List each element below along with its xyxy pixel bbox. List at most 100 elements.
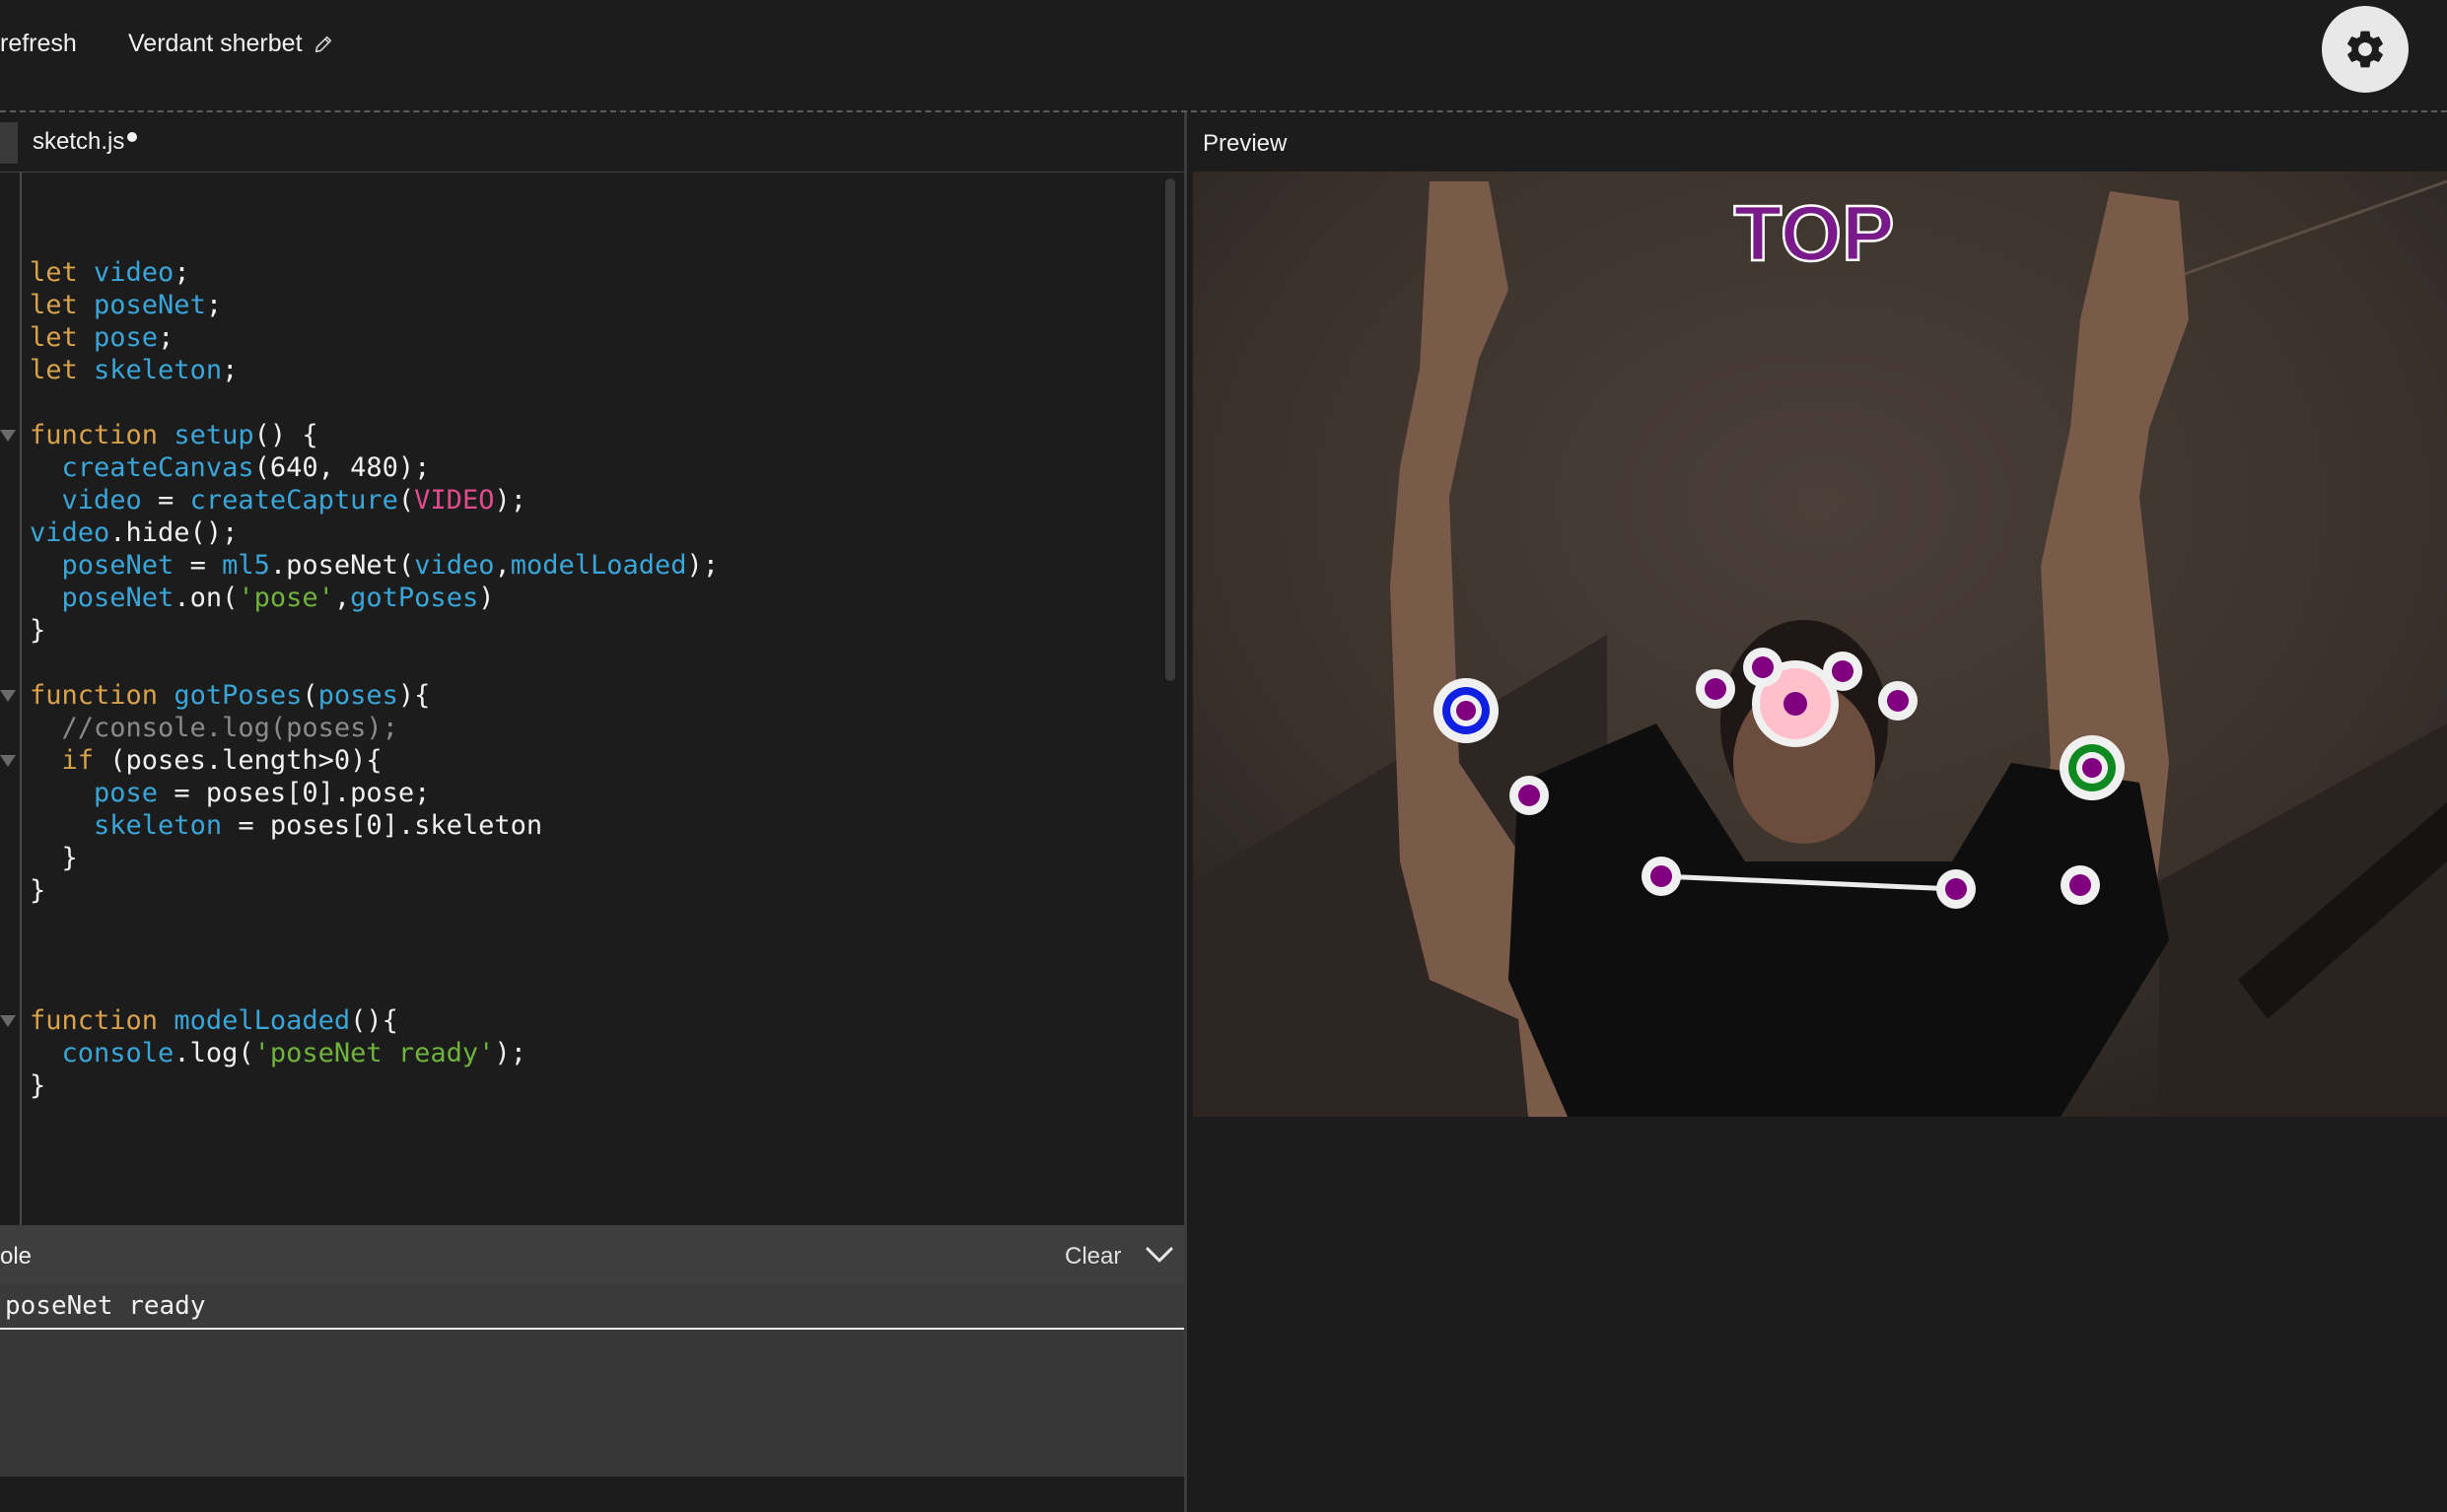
keypoint-right-ear [1878, 681, 1918, 721]
code-line[interactable]: video.hide(); [30, 516, 719, 549]
code-token: (640, 480); [253, 452, 431, 483]
code-token: poses [317, 680, 398, 711]
code-token: modelLoaded [510, 550, 687, 581]
chevron-down-icon[interactable] [1144, 1241, 1175, 1269]
code-token: = [141, 485, 190, 515]
keypoint-left-wrist [1433, 678, 1499, 743]
code-token: ; [205, 290, 223, 320]
code-token: (poses.length>0){ [94, 745, 383, 776]
code-line[interactable] [30, 224, 719, 256]
code-line[interactable] [30, 1167, 719, 1200]
code-token: ; [174, 257, 190, 288]
code-token: video [414, 550, 495, 581]
console-message-row: poseNet ready [0, 1284, 1184, 1330]
code-line[interactable]: console.log('poseNet ready'); [30, 1037, 719, 1069]
code-token: } [30, 615, 46, 646]
code-line[interactable]: function setup() { [30, 419, 719, 451]
tab-sketch-js[interactable]: sketch.js [33, 128, 138, 156]
refresh-button[interactable]: refresh [0, 30, 77, 58]
code-line[interactable]: //console.log(poses); [30, 712, 719, 744]
posenet-video-frame: TOP [1193, 172, 2447, 1117]
code-token: gotPoses [350, 583, 479, 613]
code-line[interactable]: function modelLoaded(){ [30, 1004, 719, 1037]
code-token: } [30, 1070, 46, 1101]
code-token: ( [302, 680, 318, 711]
sidebar-toggle[interactable] [0, 122, 18, 164]
code-line[interactable] [30, 972, 719, 1004]
code-token: ); [494, 485, 526, 515]
code-line[interactable] [30, 386, 719, 419]
code-line[interactable]: } [30, 842, 719, 874]
code-token: let [30, 257, 95, 288]
fold-arrow-icon[interactable] [0, 1015, 16, 1027]
keypoint-left-elbow [1509, 776, 1549, 815]
code-token: () { [253, 420, 318, 450]
code-token: function [30, 420, 175, 450]
code-line[interactable] [30, 1102, 719, 1134]
code-token: ( [397, 485, 415, 515]
editor-tab-bar: sketch.js [0, 112, 1185, 172]
fold-arrow-icon[interactable] [0, 430, 16, 442]
code-token: (){ [350, 1005, 398, 1036]
code-line[interactable]: let pose; [30, 321, 719, 354]
code-line[interactable] [30, 1134, 719, 1167]
sketch-name[interactable]: Verdant sherbet [128, 30, 334, 58]
code-token: pose [94, 322, 159, 353]
code-line[interactable]: createCanvas(640, 480); [30, 451, 719, 484]
code-line[interactable]: let poseNet; [30, 289, 719, 321]
fold-arrow-icon[interactable] [0, 690, 16, 702]
code-token: ); [494, 1038, 526, 1068]
code-line[interactable]: if (poses.length>0){ [30, 744, 719, 777]
code-token: if [61, 745, 95, 776]
code-token: pose [94, 778, 159, 808]
code-line[interactable]: poseNet = ml5.poseNet(video,modelLoaded)… [30, 549, 720, 582]
keypoint-right-wrist [2060, 735, 2125, 800]
editor-scrollbar[interactable] [1165, 178, 1175, 681]
code-line[interactable] [30, 907, 719, 939]
code-line[interactable]: let video; [30, 256, 719, 289]
preview-canvas: TOP [1193, 172, 2447, 1117]
console-header: ole Clear [0, 1225, 1184, 1284]
code-line[interactable]: poseNet.on('pose',gotPoses) [30, 582, 719, 614]
code-token: function [30, 1005, 175, 1036]
keypoint-left-ear [1696, 669, 1735, 709]
code-line[interactable]: video = createCapture(VIDEO); [30, 484, 719, 516]
fold-arrow-icon[interactable] [0, 755, 16, 767]
settings-button[interactable] [2322, 6, 2409, 93]
code-line[interactable] [30, 647, 719, 679]
code-content[interactable]: let video; let poseNet; let pose; let skele… [30, 224, 719, 1226]
code-token: = poses[0].pose; [158, 778, 431, 808]
code-line[interactable] [30, 1200, 719, 1226]
code-token: 'poseNet ready' [253, 1038, 495, 1068]
code-line[interactable]: } [30, 874, 719, 907]
code-token: gotPoses [174, 680, 303, 711]
code-editor[interactable]: let video; let poseNet; let pose; let skele… [0, 172, 1184, 1226]
console-footer [0, 1477, 1184, 1512]
overlay-top-text: TOP [1733, 189, 1894, 277]
pencil-icon[interactable] [313, 34, 334, 55]
code-token: modelLoaded [174, 1005, 351, 1036]
code-line[interactable]: function gotPoses(poses){ [30, 679, 719, 712]
code-line[interactable]: } [30, 614, 719, 647]
code-line[interactable]: skeleton = poses[0].skeleton [30, 809, 719, 842]
code-token: console [61, 1038, 175, 1068]
keypoint-left-eye [1743, 648, 1783, 687]
preview-empty-area [1187, 1117, 2447, 1512]
code-line[interactable] [30, 939, 719, 972]
keypoint-left-shoulder [1642, 857, 1681, 896]
code-line[interactable]: pose = poses[0].pose; [30, 777, 719, 809]
code-token: , [333, 583, 351, 613]
code-token: ; [158, 322, 175, 353]
clear-console-button[interactable]: Clear [1065, 1243, 1121, 1271]
code-line[interactable]: } [30, 1069, 719, 1102]
tab-label: sketch.js [33, 128, 125, 155]
code-line[interactable]: let skeleton; [30, 354, 719, 386]
code-token: poseNet [94, 290, 206, 320]
code-token: .hide(); [109, 517, 239, 548]
top-toolbar: refresh Verdant sherbet [0, 0, 2447, 112]
keypoint-right-shoulder [1936, 869, 1976, 909]
